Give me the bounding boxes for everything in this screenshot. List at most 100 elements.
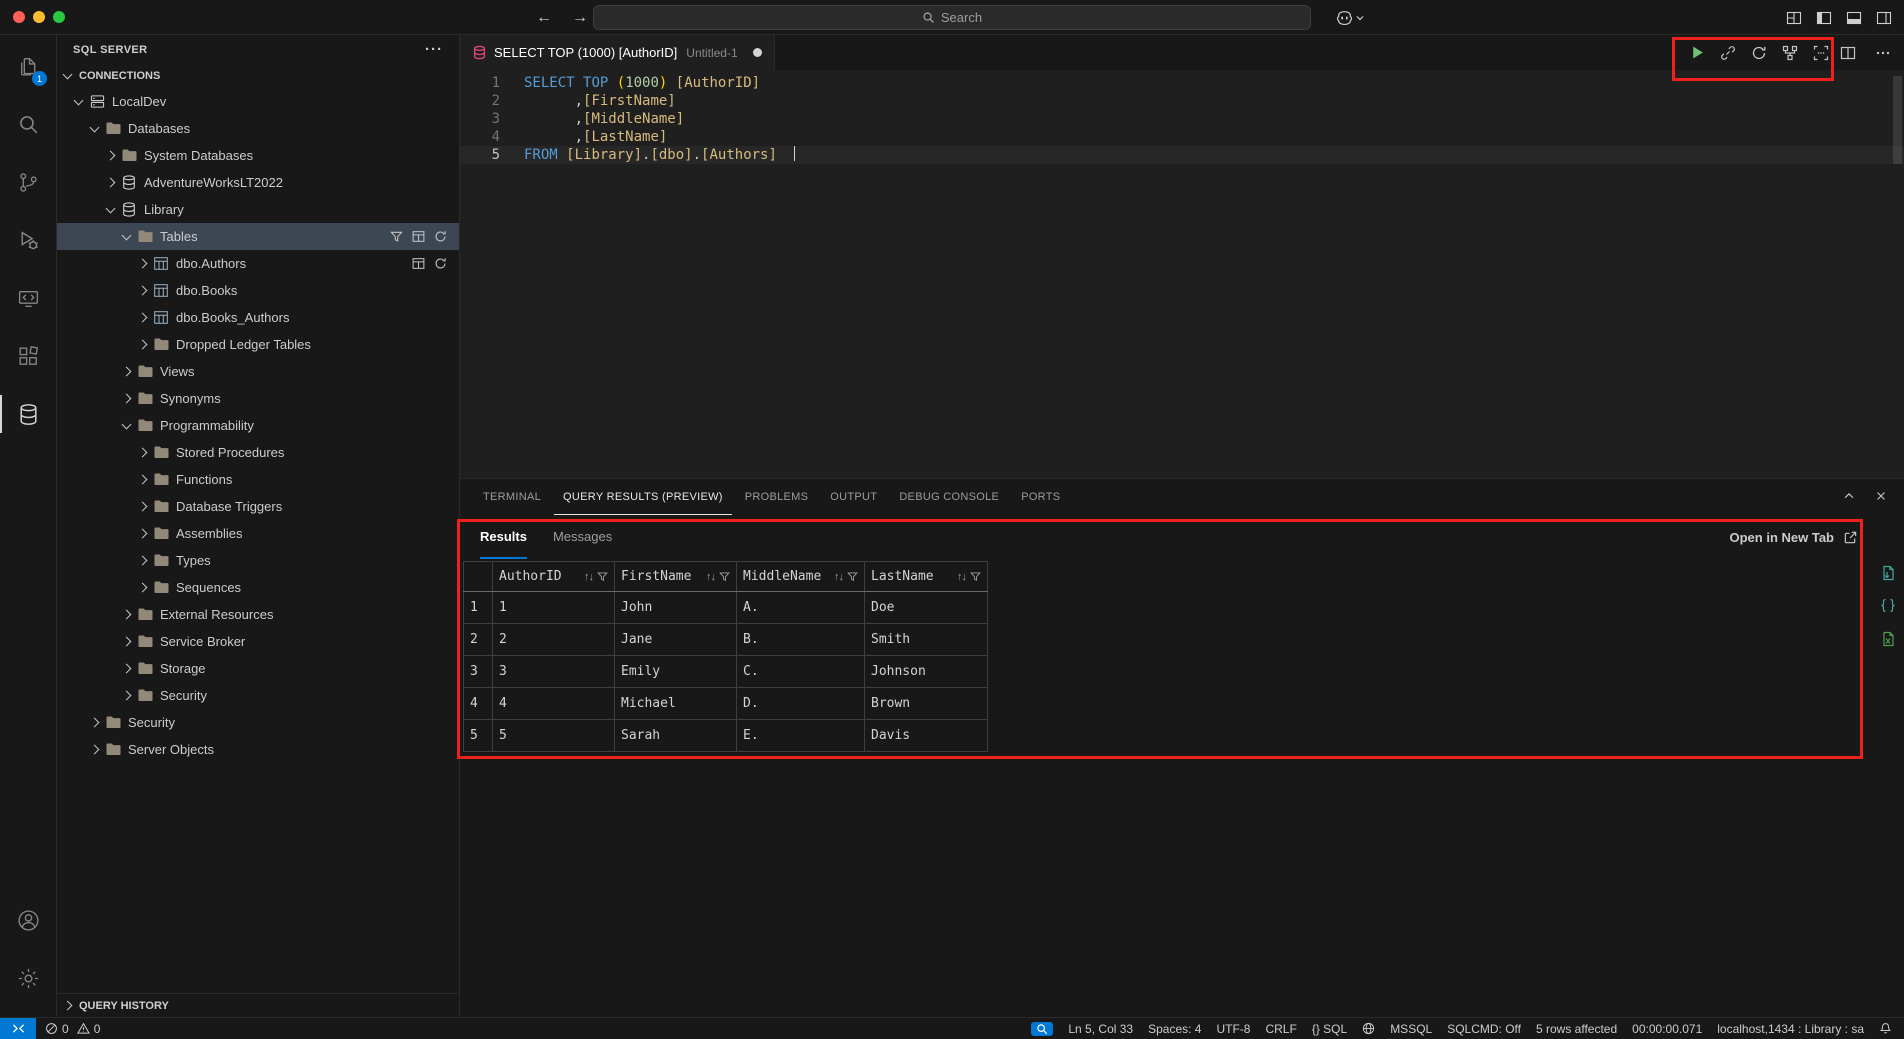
code-line-3[interactable]: 3 ,[MiddleName] <box>460 110 1904 128</box>
editor-scrollbar[interactable] <box>1893 76 1902 164</box>
grid-cell[interactable]: Davis <box>865 720 988 752</box>
chevron-down-icon[interactable] <box>87 121 103 137</box>
grid-cell[interactable]: 5 <box>493 720 615 752</box>
grid-cell[interactable]: C. <box>737 656 865 688</box>
chevron-down-icon[interactable] <box>71 94 87 110</box>
filter-icon[interactable] <box>390 230 403 243</box>
sort-icon[interactable]: ↑↓ <box>706 571 715 583</box>
tree-item-system-databases[interactable]: System Databases <box>57 142 459 169</box>
toggle-primary-sidebar-button[interactable] <box>1816 10 1832 26</box>
chevron-down-icon[interactable] <box>119 229 135 245</box>
tree-item-assemblies[interactable]: Assemblies <box>57 520 459 547</box>
chevron-right-icon[interactable] <box>87 715 103 731</box>
query-history-section-header[interactable]: QUERY HISTORY <box>57 993 459 1017</box>
chevron-right-icon[interactable] <box>119 607 135 623</box>
change-connection-button[interactable] <box>1748 42 1770 64</box>
tree-item-sequences[interactable]: Sequences <box>57 574 459 601</box>
column-header-lastname[interactable]: LastName↑↓ <box>865 562 988 592</box>
code-line-4[interactable]: 4 ,[LastName] <box>460 128 1904 146</box>
panel-tab-output[interactable]: OUTPUT <box>821 480 886 515</box>
close-panel-button[interactable] <box>1874 489 1888 503</box>
filter-icon[interactable] <box>719 571 730 582</box>
chevron-right-icon[interactable] <box>135 472 151 488</box>
back-button[interactable]: ← <box>536 9 552 27</box>
forward-button[interactable]: → <box>572 9 588 27</box>
grid-cell[interactable]: Johnson <box>865 656 988 688</box>
tree-item-tables[interactable]: Tables <box>57 223 459 250</box>
column-header-middlename[interactable]: MiddleName↑↓ <box>737 562 865 592</box>
mssql-provider[interactable]: MSSQL <box>1390 1022 1432 1036</box>
tree-item-external-resources[interactable]: External Resources <box>57 601 459 628</box>
activity-settings[interactable] <box>4 953 52 1003</box>
feedback[interactable] <box>1362 1022 1375 1035</box>
chevron-right-icon[interactable] <box>135 256 151 272</box>
chevron-right-icon[interactable] <box>119 391 135 407</box>
panel-tab-terminal[interactable]: TERMINAL <box>474 480 550 515</box>
save-as-excel-button[interactable] <box>1880 631 1896 647</box>
grid-cell[interactable]: A. <box>737 592 865 624</box>
results-tab[interactable]: Results <box>480 515 527 559</box>
chevron-down-icon[interactable] <box>103 202 119 218</box>
maximize-panel-button[interactable] <box>1842 489 1856 503</box>
tree-item-service-broker[interactable]: Service Broker <box>57 628 459 655</box>
tree-item-views[interactable]: Views <box>57 358 459 385</box>
rows-affected[interactable]: 5 rows affected <box>1536 1022 1617 1036</box>
tree-item-types[interactable]: Types <box>57 547 459 574</box>
chevron-right-icon[interactable] <box>119 364 135 380</box>
estimated-plan-button[interactable] <box>1779 42 1801 64</box>
toggle-connection-button[interactable] <box>1717 42 1739 64</box>
run-query-button[interactable] <box>1686 42 1708 64</box>
activity-source-control[interactable] <box>4 157 52 207</box>
row-number-cell[interactable]: 2 <box>464 624 493 656</box>
panel-tab-debug-console[interactable]: DEBUG CONSOLE <box>890 480 1008 515</box>
grid-cell[interactable]: Emily <box>615 656 737 688</box>
chevron-right-icon[interactable] <box>135 553 151 569</box>
code-line-2[interactable]: 2 ,[FirstName] <box>460 92 1904 110</box>
tree-item-databases[interactable]: Databases <box>57 115 459 142</box>
refresh-icon[interactable] <box>434 230 447 243</box>
chevron-right-icon[interactable] <box>119 634 135 650</box>
tree-item-functions[interactable]: Functions <box>57 466 459 493</box>
tree-item-library[interactable]: Library <box>57 196 459 223</box>
filter-icon[interactable] <box>597 571 608 582</box>
grid-cell[interactable]: 3 <box>493 656 615 688</box>
more-actions-icon[interactable]: ··· <box>425 41 443 58</box>
chevron-right-icon[interactable] <box>103 175 119 191</box>
toggle-panel-button[interactable] <box>1846 10 1862 26</box>
remote-indicator[interactable] <box>0 1018 36 1039</box>
zoom-window-button[interactable] <box>53 11 65 23</box>
activity-run-and-debug[interactable] <box>4 215 52 265</box>
grid-cell[interactable]: John <box>615 592 737 624</box>
split-editor-button[interactable] <box>1837 42 1859 64</box>
grid-cell[interactable]: E. <box>737 720 865 752</box>
cursor-position[interactable]: Ln 5, Col 33 <box>1068 1022 1133 1036</box>
panel-tab-query-results-preview[interactable]: QUERY RESULTS (PREVIEW) <box>554 480 732 515</box>
zoom-indicator[interactable] <box>1031 1022 1053 1036</box>
grid-cell[interactable]: 1 <box>493 592 615 624</box>
chevron-right-icon[interactable] <box>119 661 135 677</box>
row-number-cell[interactable]: 4 <box>464 688 493 720</box>
code-editor[interactable]: 1SELECT TOP (1000) [AuthorID]2 ,[FirstNa… <box>460 70 1904 478</box>
sqlcmd-status[interactable]: SQLCMD: Off <box>1447 1022 1521 1036</box>
grid-icon[interactable] <box>412 257 425 270</box>
code-line-5[interactable]: 5FROM [Library].[dbo].[Authors] <box>460 146 1904 164</box>
chevron-right-icon[interactable] <box>135 310 151 326</box>
eol-sequence[interactable]: CRLF <box>1265 1022 1296 1036</box>
sort-icon[interactable]: ↑↓ <box>584 571 593 583</box>
messages-tab[interactable]: Messages <box>553 515 612 559</box>
tree-item-storage[interactable]: Storage <box>57 655 459 682</box>
panel-tab-problems[interactable]: PROBLEMS <box>736 480 818 515</box>
activity-accounts[interactable] <box>4 895 52 945</box>
sort-icon[interactable]: ↑↓ <box>957 571 966 583</box>
grid-cell[interactable]: 4 <box>493 688 615 720</box>
problems-status[interactable]: 0 0 <box>36 1022 104 1036</box>
grid-cell[interactable]: B. <box>737 624 865 656</box>
tree-item-security[interactable]: Security <box>57 682 459 709</box>
tree-item-dropped-ledger-tables[interactable]: Dropped Ledger Tables <box>57 331 459 358</box>
editor-tab[interactable]: SELECT TOP (1000) [AuthorID] Untitled-1 <box>460 35 775 70</box>
code-line-1[interactable]: 1SELECT TOP (1000) [AuthorID] <box>460 74 1904 92</box>
activity-remote-explorer[interactable] <box>4 273 52 323</box>
tree-item-dbo-authors[interactable]: dbo.Authors <box>57 250 459 277</box>
copilot-menu[interactable] <box>1336 0 1365 35</box>
filter-icon[interactable] <box>847 571 858 582</box>
